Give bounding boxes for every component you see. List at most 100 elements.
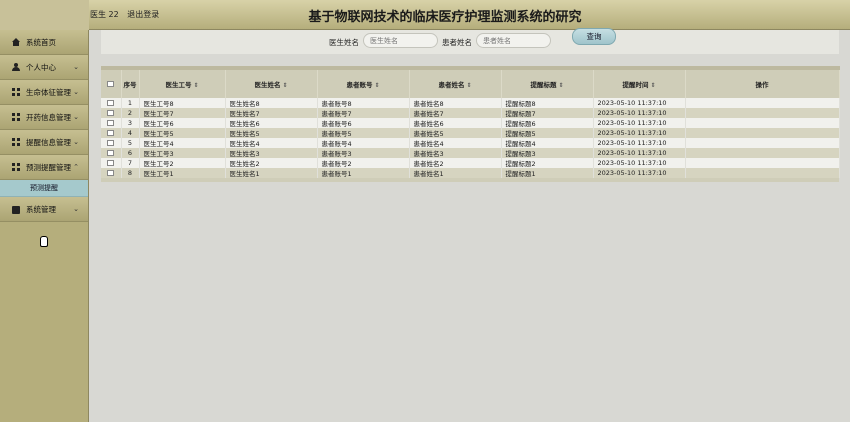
doctor-name-input[interactable] [363, 33, 438, 48]
top-header: 医生 22 退出登录 基于物联网技术的临床医疗护理监测系统的研究 [0, 0, 850, 30]
column-header-patient-account[interactable]: 患者账号 ⇕ [317, 66, 410, 98]
reminder-time-cell: 2023-05-10 11:37:10 [593, 158, 686, 168]
sort-icon[interactable]: ⇕ [193, 82, 198, 89]
reminder-time-cell: 2023-05-10 11:37:10 [593, 168, 686, 178]
sort-icon[interactable]: ⇕ [282, 82, 287, 89]
patient-name-cell: 患者姓名4 [409, 138, 502, 148]
patient-account-cell: 患者账号4 [317, 138, 410, 148]
checkbox-icon[interactable] [107, 140, 115, 146]
row-actions-cell [685, 148, 840, 158]
sidebar-subitem-prediction-reminder[interactable]: 预测提醒 [0, 180, 88, 197]
sidebar-item-vital-signs[interactable]: 生命体征管理 ⌄ [0, 80, 88, 105]
sidebar-item-prediction-reminder[interactable]: 预测提醒管理 ⌃ [0, 155, 88, 180]
reminder-title-cell: 提醒标题4 [501, 138, 594, 148]
patient-name-input[interactable] [476, 33, 551, 48]
table-row[interactable]: 6 医生工号3 医生姓名3 患者账号3 患者姓名3 提醒标题3 2023-05-10 11:… [101, 148, 840, 158]
column-header-doctor-id[interactable]: 医生工号 ⇕ [139, 66, 226, 98]
table-row[interactable]: 3 医生工号6 医生姓名6 患者账号6 患者姓名6 提醒标题6 2023-05-10 11:… [101, 118, 840, 128]
row-actions-cell [685, 158, 840, 168]
patient-account-cell: 患者账号1 [317, 168, 410, 178]
table-row[interactable]: 2 医生工号7 医生姓名7 患者账号7 患者姓名7 提醒标题7 2023-05-10 11:… [101, 108, 840, 118]
doctor-name-label: 医生姓名 [329, 38, 359, 47]
checkbox-icon[interactable] [107, 170, 115, 176]
column-header-label: 医生工号 [165, 81, 192, 89]
table-row[interactable]: 5 医生工号4 医生姓名4 患者账号4 患者姓名4 提醒标题4 2023-05-10 11:… [101, 138, 840, 148]
sidebar-item-home[interactable]: 系统首页 [0, 30, 88, 55]
chevron-up-icon: ⌃ [73, 163, 79, 171]
table-row[interactable]: 7 医生工号2 医生姓名2 患者账号2 患者姓名2 提醒标题2 2023-05-10 11:… [101, 158, 840, 168]
table-footer-strip [101, 178, 839, 182]
table-row[interactable]: 8 医生工号1 医生姓名1 患者账号1 患者姓名1 提醒标题1 2023-05-10 11:… [101, 168, 840, 178]
table-row[interactable]: 1 医生工号8 医生姓名8 患者账号8 患者姓名8 提醒标题8 2023-05-10 11:… [101, 98, 840, 108]
column-header-doctor-name[interactable]: 医生姓名 ⇕ [225, 66, 318, 98]
row-select-cell[interactable] [101, 168, 122, 178]
chevron-down-icon: ⌄ [73, 113, 79, 121]
search-bar: 医生姓名 患者姓名 查询 [101, 28, 839, 54]
patient-name-cell: 患者姓名6 [409, 118, 502, 128]
checkbox-icon[interactable] [107, 130, 115, 136]
row-select-cell[interactable] [101, 158, 122, 168]
checkbox-icon[interactable] [107, 150, 115, 156]
column-header-reminder-title[interactable]: 提醒标题 ⇕ [501, 66, 594, 98]
doctor-name-cell: 医生姓名7 [225, 108, 318, 118]
sidebar-item-personal-center[interactable]: 个人中心 ⌄ [0, 55, 88, 80]
patient-account-cell: 患者账号5 [317, 128, 410, 138]
row-select-cell[interactable] [101, 138, 122, 148]
row-select-cell[interactable] [101, 148, 122, 158]
sort-icon[interactable]: ⇕ [466, 82, 471, 89]
column-header-actions: 操作 [685, 66, 840, 98]
query-button[interactable]: 查询 [572, 28, 616, 45]
doctor-id-cell: 医生工号4 [139, 138, 226, 148]
sort-icon[interactable]: ⇕ [558, 82, 563, 89]
reminder-time-cell: 2023-05-10 11:37:10 [593, 98, 686, 108]
grid-icon [12, 138, 20, 146]
reminder-title-cell: 提醒标题7 [501, 108, 594, 118]
patient-account-cell: 患者账号7 [317, 108, 410, 118]
row-actions-cell [685, 138, 840, 148]
chevron-down-icon: ⌄ [73, 63, 79, 71]
chevron-down-icon: ⌄ [73, 205, 79, 213]
patient-account-cell: 患者账号2 [317, 158, 410, 168]
patient-account-cell: 患者账号6 [317, 118, 410, 128]
sidebar-item-label: 系统首页 [26, 37, 56, 47]
data-table: 序号 医生工号 ⇕ 医生姓名 ⇕ 患者账号 ⇕ 患者姓名 ⇕ 提醒标题 ⇕ 提醒时间 ⇕ 操… [101, 66, 840, 182]
row-select-cell[interactable] [101, 108, 122, 118]
checkbox-icon[interactable] [107, 100, 115, 106]
doctor-name-cell: 医生姓名5 [225, 128, 318, 138]
doctor-name-cell: 医生姓名2 [225, 158, 318, 168]
sort-icon[interactable]: ⇕ [374, 82, 379, 89]
checkbox-icon[interactable] [107, 110, 115, 116]
row-actions-cell [685, 168, 840, 178]
sidebar-item-system[interactable]: 系统管理 ⌄ [0, 197, 88, 222]
row-select-cell[interactable] [101, 118, 122, 128]
row-actions-cell [685, 128, 840, 138]
doctor-id-cell: 医生工号2 [139, 158, 226, 168]
column-header-reminder-time[interactable]: 提醒时间 ⇕ [593, 66, 686, 98]
sort-icon[interactable]: ⇕ [650, 82, 655, 89]
grid-icon [12, 113, 20, 121]
row-actions-cell [685, 118, 840, 128]
sidebar-item-prescription[interactable]: 开药信息管理 ⌄ [0, 105, 88, 130]
reminder-title-cell: 提醒标题2 [501, 158, 594, 168]
row-index: 7 [121, 158, 140, 168]
checkbox-icon[interactable] [107, 160, 115, 166]
table-header-row: 序号 医生工号 ⇕ 医生姓名 ⇕ 患者账号 ⇕ 患者姓名 ⇕ 提醒标题 ⇕ 提醒时间 ⇕ 操… [101, 66, 840, 98]
home-icon [12, 38, 20, 46]
patient-name-label: 患者姓名 [442, 38, 472, 47]
doctor-id-cell: 医生工号1 [139, 168, 226, 178]
grid-icon [12, 163, 20, 171]
select-all-header[interactable] [101, 66, 122, 98]
doctor-id-cell: 医生工号6 [139, 118, 226, 128]
doctor-id-cell: 医生工号7 [139, 108, 226, 118]
patient-name-cell: 患者姓名1 [409, 168, 502, 178]
reminder-title-cell: 提醒标题1 [501, 168, 594, 178]
patient-name-cell: 患者姓名2 [409, 158, 502, 168]
reminder-title-cell: 提醒标题5 [501, 128, 594, 138]
checkbox-icon[interactable] [107, 81, 115, 87]
row-select-cell[interactable] [101, 98, 122, 108]
column-header-patient-name[interactable]: 患者姓名 ⇕ [409, 66, 502, 98]
sidebar-item-reminder-info[interactable]: 提醒信息管理 ⌄ [0, 130, 88, 155]
checkbox-icon[interactable] [107, 120, 115, 126]
table-row[interactable]: 4 医生工号5 医生姓名5 患者账号5 患者姓名5 提醒标题5 2023-05-10 11:… [101, 128, 840, 138]
row-select-cell[interactable] [101, 128, 122, 138]
